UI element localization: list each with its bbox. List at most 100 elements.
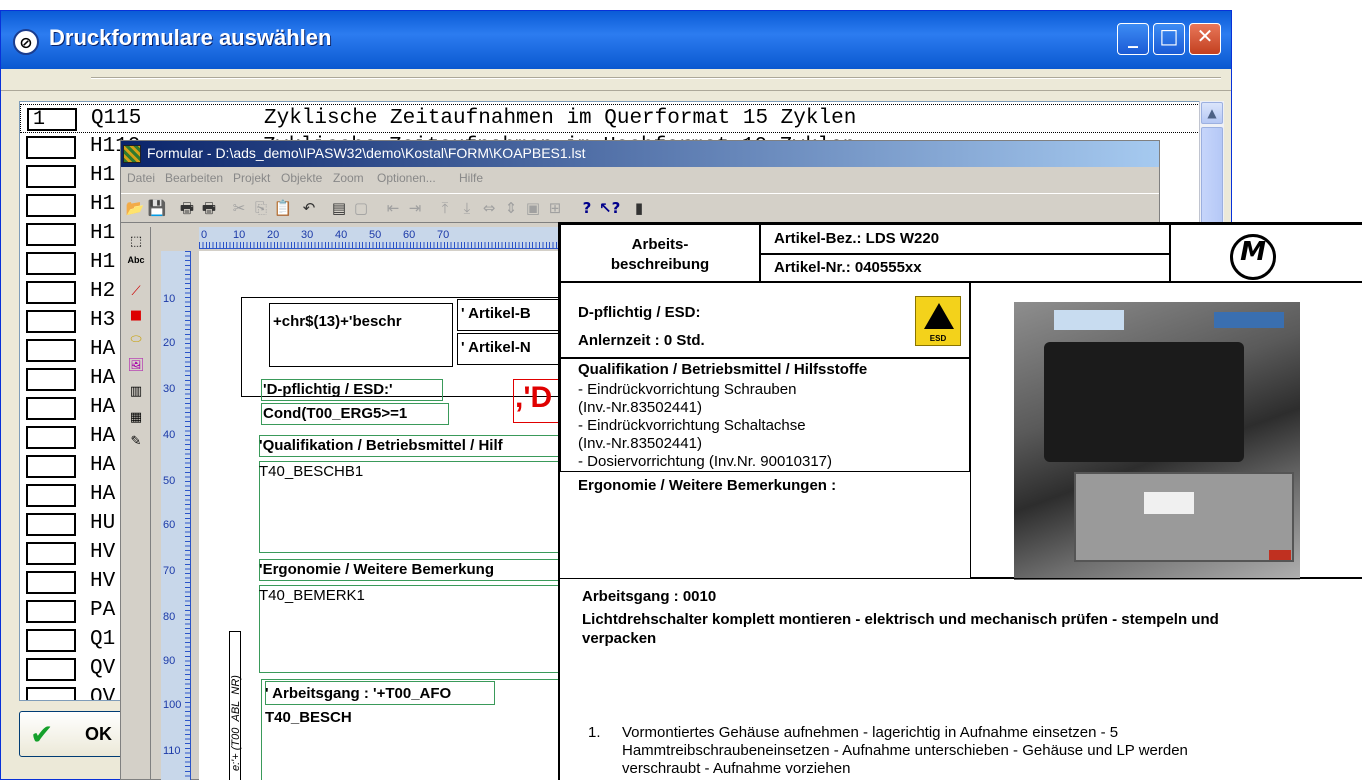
line-tool-icon[interactable]: ⟋ bbox=[125, 281, 147, 303]
same-height-icon[interactable]: ⇕ bbox=[501, 198, 521, 218]
count-field[interactable]: 1 bbox=[27, 108, 77, 131]
field-esd-label[interactable]: ,'D bbox=[515, 381, 552, 415]
cut-icon[interactable]: ✂ bbox=[229, 198, 249, 218]
qualifikation-heading: Qualifikation / Betriebsmittel / Hilfsst… bbox=[578, 361, 868, 378]
field-arbeitsgang[interactable]: ' Arbeitsgang : '+T00_AFO bbox=[265, 685, 451, 702]
ruler-h-tick: 0 bbox=[201, 229, 208, 241]
field-d-pflichtig[interactable]: 'D-pflichtig / ESD:' bbox=[263, 381, 393, 398]
count-field[interactable] bbox=[26, 194, 76, 217]
open-icon[interactable]: 📂 bbox=[125, 198, 145, 218]
ruler-v-tick: 10 bbox=[163, 293, 176, 305]
menu-hilfe[interactable]: Hilfe bbox=[459, 171, 483, 185]
ruler-h-tick: 40 bbox=[335, 229, 348, 241]
field-beschb1[interactable]: T40_BESCHB1 bbox=[259, 463, 363, 480]
count-field[interactable] bbox=[26, 542, 76, 565]
table-tool-icon[interactable]: ▦ bbox=[125, 407, 147, 429]
menu-bearbeiten[interactable]: Bearbeiten bbox=[165, 171, 223, 185]
rectangle-tool-icon[interactable]: ■ bbox=[125, 305, 147, 327]
field-bemerk1[interactable]: T40_BEMERK1 bbox=[259, 587, 365, 604]
count-field[interactable] bbox=[26, 513, 76, 536]
field-ergonomie[interactable]: 'Ergonomie / Weitere Bemerkung bbox=[259, 561, 494, 578]
frame-icon[interactable]: ▢ bbox=[351, 198, 371, 218]
print-icon[interactable]: 🖶 bbox=[177, 198, 197, 218]
count-field[interactable] bbox=[26, 600, 76, 623]
field-cond[interactable]: Cond(T00_ERG5>=1 bbox=[263, 405, 407, 422]
count-field[interactable] bbox=[26, 571, 76, 594]
help-icon[interactable]: ? bbox=[577, 198, 597, 218]
print-preview-icon[interactable]: 🖶 bbox=[199, 198, 219, 218]
editor-toolbar: 📂 💾 🖶 🖶 ✂ ⎘ 📋 ↶ ▤ ▢ ⇤ ⇥ ⤒ ⤓ ⇔ ⇕ ▣ ⊞ ? ↖?… bbox=[121, 193, 1159, 223]
section-divider bbox=[560, 578, 1362, 579]
image-tool-icon[interactable]: 🖼 bbox=[125, 355, 147, 377]
align-top-icon[interactable]: ⤒ bbox=[435, 198, 455, 218]
count-field[interactable] bbox=[26, 397, 76, 420]
ruler-v-tick: 110 bbox=[163, 745, 181, 757]
count-field[interactable] bbox=[26, 165, 76, 188]
count-field[interactable] bbox=[26, 310, 76, 333]
maximize-icon: □ bbox=[1159, 24, 1179, 48]
maximize-button[interactable]: □ bbox=[1153, 23, 1185, 55]
undo-icon[interactable]: ↶ bbox=[299, 198, 319, 218]
close-button[interactable]: ✕ bbox=[1189, 23, 1221, 55]
ok-button[interactable]: ✔ OK bbox=[19, 711, 129, 757]
step-line: Hammtreibschraubeneinsetzen - Aufnahme u… bbox=[622, 742, 1188, 759]
editor-app-icon bbox=[123, 145, 141, 163]
qualifikation-line: (Inv.-Nr.83502441) bbox=[578, 399, 702, 416]
select-tool-icon[interactable]: ⬚ bbox=[125, 231, 147, 253]
align-bottom-icon[interactable]: ⤓ bbox=[457, 198, 477, 218]
form-code: PA bbox=[90, 599, 116, 622]
field-artikel-b[interactable]: ' Artikel-B bbox=[461, 305, 531, 322]
paste-icon[interactable]: 📋 bbox=[273, 198, 293, 218]
exit-icon[interactable]: ▮ bbox=[629, 198, 649, 218]
ruler-v-tick: 20 bbox=[163, 337, 176, 349]
menu-datei[interactable]: Datei bbox=[127, 171, 155, 185]
count-field[interactable] bbox=[26, 281, 76, 304]
scroll-up-icon[interactable]: ▲ bbox=[1201, 102, 1223, 124]
count-field[interactable] bbox=[26, 136, 76, 159]
same-size-icon[interactable]: ▣ bbox=[523, 198, 543, 218]
count-field[interactable] bbox=[26, 658, 76, 681]
menu-objekte[interactable]: Objekte bbox=[281, 171, 322, 185]
align-right-icon[interactable]: ⇥ bbox=[405, 198, 425, 218]
ruler-v-tick: 60 bbox=[163, 519, 176, 531]
step-line: verschraubt - Aufnahme vorziehen bbox=[622, 760, 851, 777]
layout-icon[interactable]: ▤ bbox=[329, 198, 349, 218]
count-field[interactable] bbox=[26, 455, 76, 478]
form-code: Q115 bbox=[91, 107, 142, 130]
count-field[interactable] bbox=[26, 426, 76, 449]
count-field[interactable] bbox=[26, 687, 76, 700]
count-field[interactable] bbox=[26, 252, 76, 275]
editor-title-bar[interactable]: Formular - D:\ads_demo\IPASW32\demo\Kost… bbox=[121, 141, 1159, 167]
count-field[interactable] bbox=[26, 223, 76, 246]
copy-icon[interactable]: ⎘ bbox=[251, 198, 271, 218]
count-field[interactable] bbox=[26, 339, 76, 362]
save-icon[interactable]: 💾 bbox=[147, 198, 167, 218]
field-besch[interactable]: +chr$(13)+'beschr bbox=[273, 313, 402, 330]
text-tool-icon[interactable]: Abc bbox=[125, 255, 147, 277]
menu-separator bbox=[91, 77, 1221, 79]
vertical-field[interactable]: e:'+ (T00_ABL_NR) bbox=[230, 675, 242, 771]
context-help-icon[interactable]: ↖? bbox=[599, 198, 620, 218]
form-code: HU bbox=[90, 512, 116, 535]
field-qualifikation[interactable]: 'Qualifikation / Betriebsmittel / Hilf bbox=[259, 437, 503, 454]
formatted-text-tool-icon[interactable]: ✎ bbox=[125, 431, 147, 453]
count-field[interactable] bbox=[26, 629, 76, 652]
align-left-icon[interactable]: ⇤ bbox=[383, 198, 403, 218]
minimize-button[interactable]: _ bbox=[1117, 23, 1149, 55]
task-line: verpacken bbox=[582, 630, 657, 647]
field-artikel-n[interactable]: ' Artikel-N bbox=[461, 339, 531, 356]
count-field[interactable] bbox=[26, 484, 76, 507]
artikel-bez: Artikel-Bez.: LDS W220 bbox=[774, 230, 940, 247]
same-width-icon[interactable]: ⇔ bbox=[479, 198, 499, 218]
object-toolbox: ⬚ Abc ⟋ ■ ⬭ 🖼 ▥ ▦ ✎ bbox=[121, 227, 151, 780]
field-besch-text[interactable]: T40_BESCH bbox=[265, 709, 352, 726]
list-item[interactable]: 1 Q115 Zyklische Zeitaufnahmen im Querform… bbox=[20, 104, 1200, 133]
count-field[interactable] bbox=[26, 368, 76, 391]
menu-optionen[interactable]: Optionen... bbox=[377, 171, 436, 185]
title-bar[interactable]: ⊘ Druckformulare auswählen _ □ ✕ bbox=[1, 11, 1231, 69]
ellipse-tool-icon[interactable]: ⬭ bbox=[125, 329, 147, 351]
center-icon[interactable]: ⊞ bbox=[545, 198, 565, 218]
menu-projekt[interactable]: Projekt bbox=[233, 171, 270, 185]
barcode-tool-icon[interactable]: ▥ bbox=[125, 381, 147, 403]
menu-zoom[interactable]: Zoom bbox=[333, 171, 364, 185]
